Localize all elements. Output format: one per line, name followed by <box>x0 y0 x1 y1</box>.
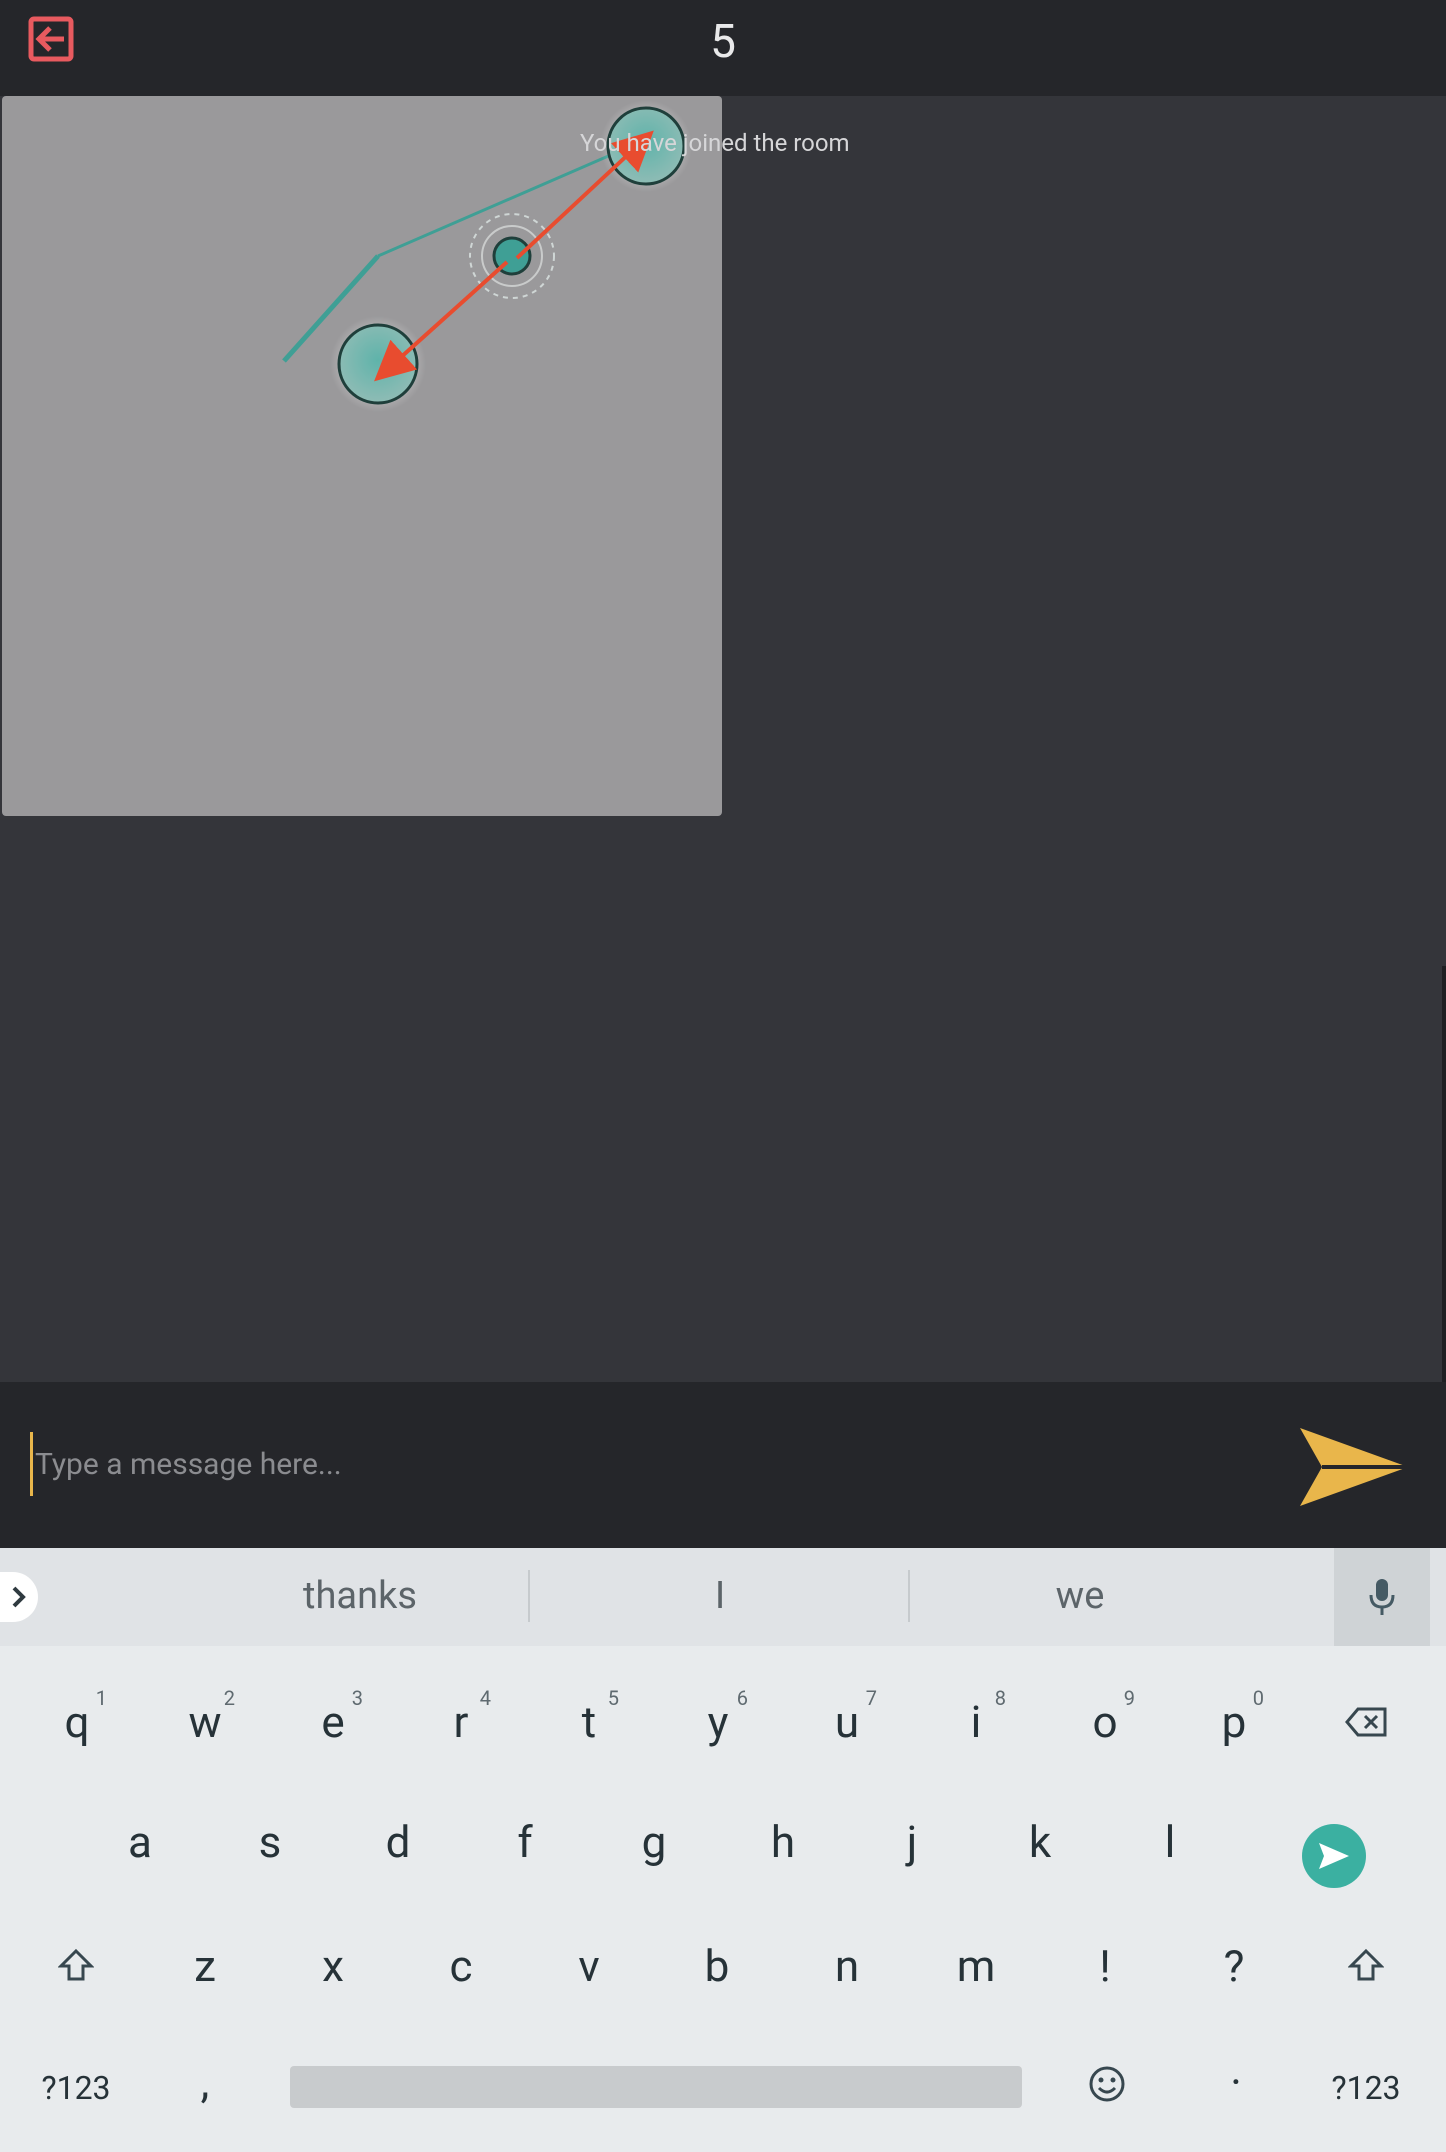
key-question[interactable]: ? <box>1174 1916 1294 2016</box>
space-bar[interactable] <box>290 2066 1022 2108</box>
message-input[interactable] <box>30 1432 1265 1496</box>
key-f[interactable]: f <box>465 1792 585 1892</box>
key-b[interactable]: b <box>657 1916 777 2016</box>
shift-key-left[interactable] <box>16 1916 136 2016</box>
node-bottom-left[interactable] <box>337 323 419 405</box>
key-hint: 4 <box>479 1686 491 1710</box>
key-p[interactable]: p0 <box>1174 1672 1294 1772</box>
system-message: You have joined the room <box>580 129 850 157</box>
key-label: o <box>1092 1696 1118 1748</box>
key-h[interactable]: h <box>723 1792 843 1892</box>
shift-icon <box>57 1948 95 1981</box>
key-label: e <box>321 1696 345 1748</box>
key-hint: 9 <box>1123 1686 1135 1710</box>
on-screen-keyboard: thanks I we q1 w2 e3 r4 t5 y6 u7 i8 o9 p… <box>0 1548 1446 2152</box>
key-x[interactable]: x <box>273 1916 393 2016</box>
key-l[interactable]: l <box>1110 1792 1230 1892</box>
key-a[interactable]: a <box>80 1792 200 1892</box>
key-hint: 1 <box>95 1686 107 1710</box>
key-v[interactable]: v <box>529 1916 649 2016</box>
key-d[interactable]: d <box>338 1792 458 1892</box>
send-icon <box>1300 1428 1408 1506</box>
key-hint: 8 <box>994 1686 1006 1710</box>
key-k[interactable]: k <box>980 1792 1100 1892</box>
key-hint: 7 <box>865 1686 877 1710</box>
key-label: y <box>707 1696 729 1748</box>
emoji-icon <box>1089 2066 1125 2102</box>
suggestion-1[interactable]: thanks <box>180 1566 540 1626</box>
shift-icon <box>1347 1948 1385 1981</box>
emoji-key[interactable] <box>1047 2038 1167 2138</box>
key-s[interactable]: s <box>210 1792 330 1892</box>
message-composer <box>0 1382 1446 1548</box>
top-bar: 5 <box>0 0 1446 96</box>
key-hint: 2 <box>223 1686 235 1710</box>
key-m[interactable]: m <box>916 1916 1036 2016</box>
key-e[interactable]: e3 <box>273 1672 393 1772</box>
chat-area: You have joined the room <box>0 96 1446 1478</box>
microphone-icon <box>1369 1579 1395 1615</box>
key-label: p <box>1221 1696 1247 1748</box>
key-t[interactable]: t5 <box>529 1672 649 1772</box>
key-w[interactable]: w2 <box>145 1672 265 1772</box>
key-label: u <box>834 1696 860 1748</box>
key-y[interactable]: y6 <box>658 1672 778 1772</box>
arrow-down-left <box>374 260 509 382</box>
key-c[interactable]: c <box>401 1916 521 2016</box>
room-title: 5 <box>710 15 736 69</box>
key-hint: 5 <box>607 1686 619 1710</box>
key-q[interactable]: q1 <box>17 1672 137 1772</box>
key-g[interactable]: g <box>594 1792 714 1892</box>
key-hint: 6 <box>736 1686 748 1710</box>
key-j[interactable]: j <box>852 1792 972 1892</box>
key-hint: 0 <box>1252 1686 1264 1710</box>
key-comma[interactable]: , <box>145 2032 265 2132</box>
backspace-icon <box>1345 1707 1387 1737</box>
key-label: r <box>453 1696 469 1748</box>
symbols-key-right[interactable]: ?123 <box>1306 2038 1426 2138</box>
key-label: t <box>581 1696 597 1748</box>
send-button[interactable] <box>1296 1424 1412 1510</box>
voice-input-button[interactable] <box>1334 1548 1430 1646</box>
suggestion-2[interactable]: I <box>540 1566 900 1626</box>
key-z[interactable]: z <box>145 1916 265 2016</box>
key-period[interactable]: · <box>1176 2032 1296 2132</box>
enter-key[interactable] <box>1302 1824 1366 1888</box>
suggestion-divider <box>528 1570 530 1622</box>
chevron-right-icon <box>12 1586 26 1608</box>
backspace-key[interactable] <box>1306 1672 1426 1772</box>
suggestion-3[interactable]: we <box>900 1566 1260 1626</box>
key-u[interactable]: u7 <box>787 1672 907 1772</box>
key-hint: 3 <box>351 1686 363 1710</box>
key-label: i <box>970 1696 982 1748</box>
expand-toolbar-button[interactable] <box>0 1572 38 1622</box>
key-r[interactable]: r4 <box>401 1672 521 1772</box>
suggestion-bar: thanks I we <box>0 1548 1446 1646</box>
key-i[interactable]: i8 <box>916 1672 1036 1772</box>
board-canvas[interactable] <box>2 96 722 816</box>
key-exclamation[interactable]: ! <box>1045 1916 1165 2016</box>
drawing-board[interactable] <box>2 96 722 816</box>
key-o[interactable]: o9 <box>1045 1672 1165 1772</box>
send-arrow-icon <box>1319 1843 1349 1869</box>
symbols-key-left[interactable]: ?123 <box>16 2038 136 2138</box>
key-label: w <box>188 1696 222 1748</box>
key-n[interactable]: n <box>787 1916 907 2016</box>
key-label: q <box>64 1696 90 1748</box>
shift-key-right[interactable] <box>1306 1916 1426 2016</box>
